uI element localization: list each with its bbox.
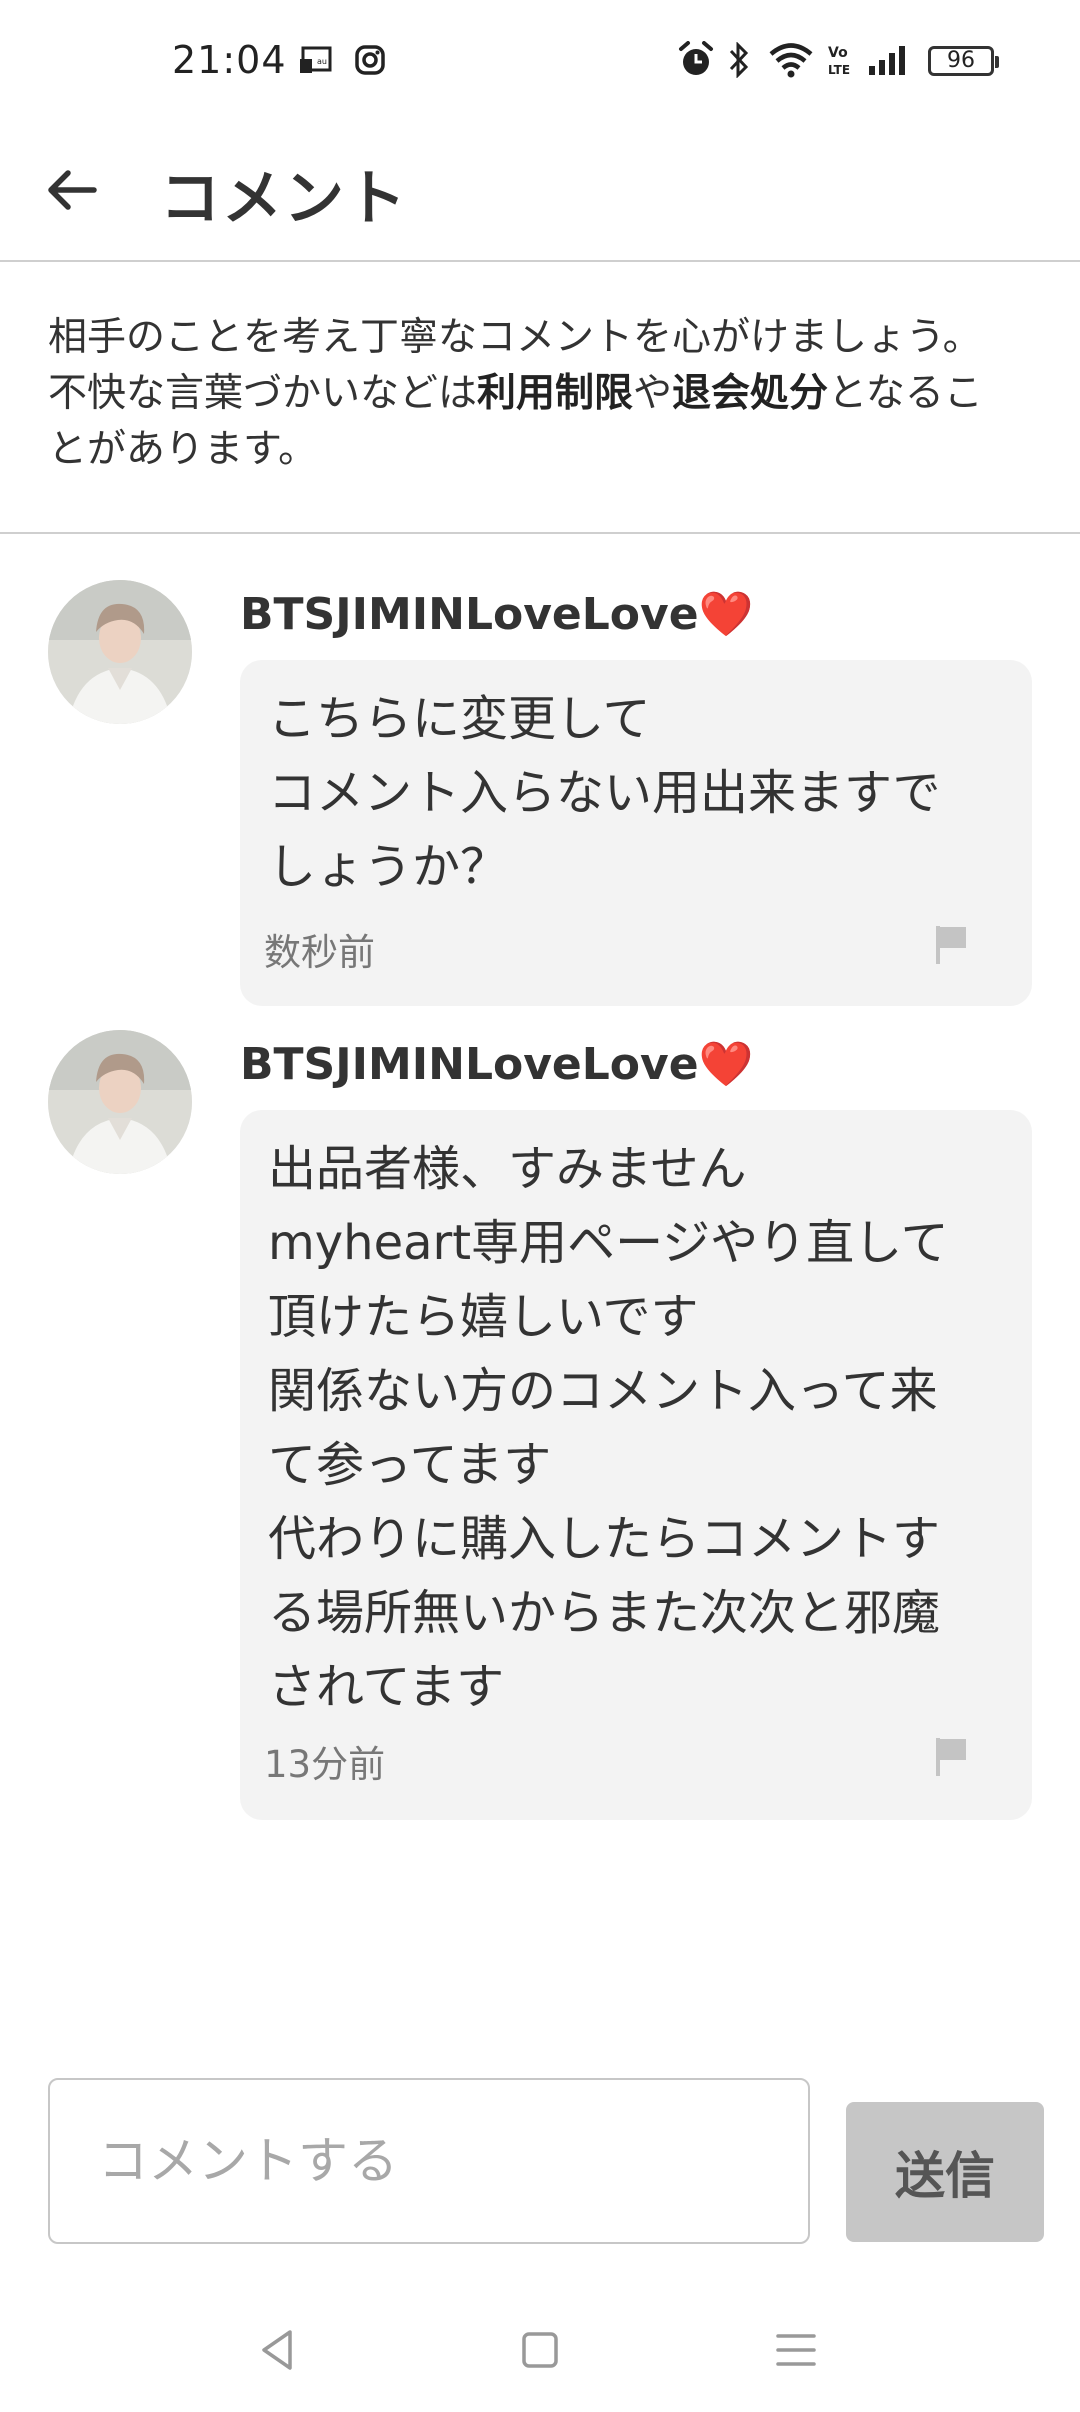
comment-text: こちらに変更して コメント入らない用出来ますで しょうか？: [268, 691, 941, 895]
status-bar: 21:04 au Vo LTE 96: [0, 0, 1080, 130]
avatar[interactable]: [48, 580, 192, 724]
avatar-image: [48, 1030, 192, 1174]
nav-home-button[interactable]: [510, 2320, 570, 2380]
battery-level: 96: [947, 48, 975, 73]
report-flag-icon[interactable]: [932, 922, 972, 966]
menu-lines-icon: [776, 2334, 816, 2366]
square-home-icon: [522, 2332, 558, 2368]
status-time: 21:04: [172, 38, 287, 82]
notice-line-3: とがあります。: [48, 427, 318, 472]
volte-icon: Vo LTE: [826, 40, 852, 80]
comment-time: 数秒前: [264, 931, 375, 974]
comment-item: BTSJIMINLoveLove❤️ こちらに変更して コメント入らない用出来ま…: [0, 580, 1080, 1010]
page-title: コメント: [160, 164, 408, 234]
comment-text: 出品者様、すみません myheart専用ページやり直して 頂けたら嬉しいです 関…: [268, 1141, 949, 1715]
comment-username[interactable]: BTSJIMINLoveLove❤️: [240, 1038, 753, 1090]
wifi-icon: [766, 40, 816, 80]
notice-line-1: 相手のことを考え丁寧なコメントを心がけましょう。: [48, 315, 982, 360]
svg-text:LTE: LTE: [828, 63, 850, 77]
comment-item: BTSJIMINLoveLove❤️ 出品者様、すみません myheart専用ペ…: [0, 1030, 1080, 1830]
notice-text: や: [633, 371, 673, 416]
notice-text: となるこ: [828, 371, 983, 416]
svg-text:au: au: [317, 57, 327, 66]
avatar-image: [48, 580, 192, 724]
triangle-back-icon: [262, 2330, 292, 2370]
nav-back-button[interactable]: [250, 2320, 310, 2380]
send-button[interactable]: 送信: [846, 2102, 1044, 2242]
app-header: コメント: [0, 130, 1080, 262]
signal-icon: [866, 40, 912, 80]
comment-time: 13分前: [264, 1743, 386, 1786]
avatar[interactable]: [48, 1030, 192, 1174]
comment-guideline-notice: 相手のことを考え丁寧なコメントを心がけましょう。 不快な言葉づかいなどは利用制限…: [0, 262, 1080, 534]
notice-emphasis-restriction: 利用制限: [477, 371, 634, 416]
cast-icon: au: [296, 40, 336, 80]
notice-line-2: 不快な言葉づかいなどは利用制限や退会処分となるこ: [48, 366, 1032, 422]
back-button[interactable]: [40, 158, 104, 222]
comment-bubble: 出品者様、すみません myheart専用ページやり直して 頂けたら嬉しいです 関…: [240, 1110, 1032, 1820]
system-nav-bar: [0, 2290, 1080, 2412]
instagram-icon: [350, 40, 390, 80]
battery-indicator: 96: [928, 46, 999, 76]
svg-text:Vo: Vo: [828, 45, 848, 61]
notice-text: 不快な言葉づかいなどは: [48, 371, 478, 416]
report-flag-icon[interactable]: [932, 1734, 972, 1778]
comment-bubble: こちらに変更して コメント入らない用出来ますで しょうか？ 数秒前: [240, 660, 1032, 1006]
comment-username[interactable]: BTSJIMINLoveLove❤️: [240, 588, 753, 640]
comment-input[interactable]: [48, 2078, 810, 2244]
arrow-left-icon: [48, 170, 97, 210]
notice-emphasis-withdrawal: 退会処分: [672, 371, 829, 416]
bluetooth-icon: [722, 40, 756, 80]
alarm-icon: [676, 40, 716, 80]
nav-menu-button[interactable]: [766, 2320, 826, 2380]
